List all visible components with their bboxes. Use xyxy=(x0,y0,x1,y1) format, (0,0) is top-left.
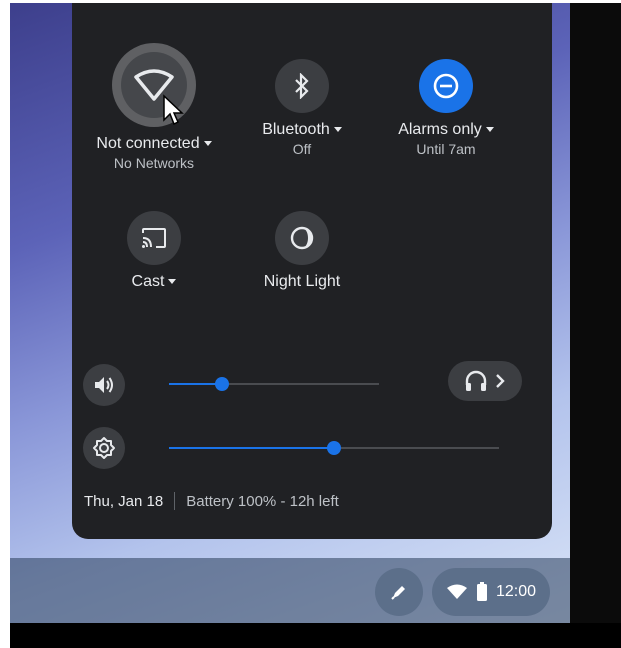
stylus-icon xyxy=(391,586,405,600)
screen-bezel xyxy=(10,623,621,648)
bluetooth-tile[interactable]: Bluetooth Off xyxy=(232,59,372,157)
do-not-disturb-toggle[interactable] xyxy=(419,59,473,113)
clock: 12:00 xyxy=(495,583,537,600)
desktop-wallpaper: Not connected No Networks Bluetooth Off … xyxy=(10,3,570,623)
brightness-slider[interactable] xyxy=(169,441,499,455)
dnd-label: Alarms only xyxy=(376,121,516,139)
night-light-tile[interactable]: Night Light xyxy=(232,211,372,291)
dnd-sublabel: Until 7am xyxy=(416,141,476,157)
night-light-label: Night Light xyxy=(263,273,341,290)
night-light-toggle[interactable] xyxy=(275,211,329,265)
date-label[interactable]: Thu, Jan 18 xyxy=(84,493,163,510)
bluetooth-toggle[interactable] xyxy=(275,59,329,113)
headphones-icon xyxy=(465,370,487,391)
volume-button[interactable] xyxy=(83,364,125,406)
footer-divider xyxy=(174,492,176,510)
volume-slider-thumb[interactable] xyxy=(214,377,229,391)
screen-edge xyxy=(570,3,621,623)
bluetooth-sublabel: Off xyxy=(292,141,312,157)
mouse-cursor-icon xyxy=(163,94,184,126)
wifi-icon xyxy=(446,584,467,599)
audio-settings-button[interactable] xyxy=(448,361,522,401)
network-tile[interactable]: Not connected No Networks xyxy=(84,43,224,171)
brightness-slider-thumb[interactable] xyxy=(327,441,341,455)
volume-slider-fill xyxy=(169,383,222,385)
night-light-icon xyxy=(290,226,314,250)
do-not-disturb-icon xyxy=(433,73,459,99)
volume-slider[interactable] xyxy=(169,377,379,391)
brightness-icon xyxy=(93,437,115,459)
panel-footer: Thu, Jan 18 Battery 100% - 12h left xyxy=(84,492,339,510)
cast-label: Cast xyxy=(84,273,224,291)
battery-icon xyxy=(476,582,487,601)
do-not-disturb-tile[interactable]: Alarms only Until 7am xyxy=(376,59,516,157)
stylus-tools-button[interactable] xyxy=(375,568,423,616)
cast-tile[interactable]: Cast xyxy=(84,211,224,291)
cast-icon xyxy=(142,228,166,248)
battery-status[interactable]: Battery 100% - 12h left xyxy=(186,493,339,510)
bluetooth-icon xyxy=(295,73,309,99)
volume-icon xyxy=(95,377,113,393)
brightness-button[interactable] xyxy=(83,427,125,469)
system-tray-button[interactable]: 12:00 xyxy=(432,568,550,616)
network-label: Not connected xyxy=(84,135,224,153)
cast-toggle[interactable] xyxy=(127,211,181,265)
bluetooth-label: Bluetooth xyxy=(232,121,372,139)
network-sublabel: No Networks xyxy=(113,155,195,171)
chevron-right-icon xyxy=(496,374,505,388)
brightness-slider-fill xyxy=(169,447,334,449)
